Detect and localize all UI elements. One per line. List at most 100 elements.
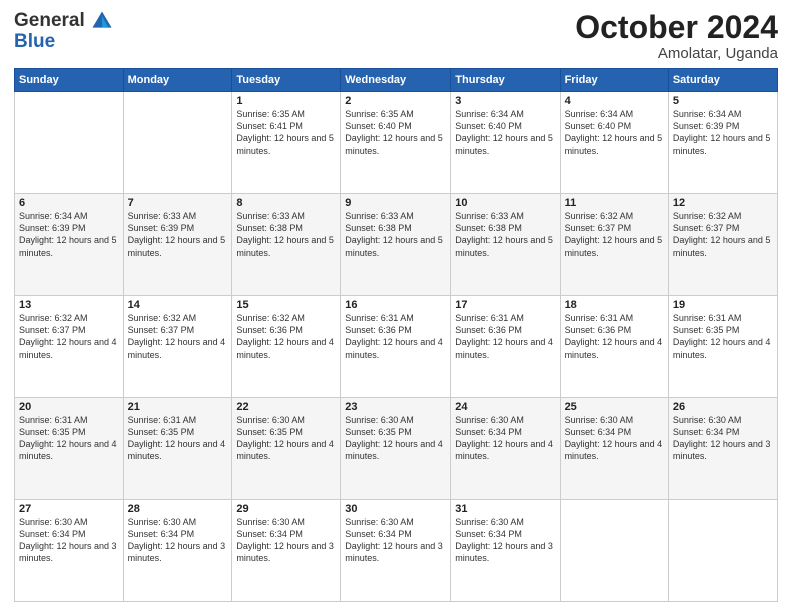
calendar-cell: 4Sunrise: 6:34 AM Sunset: 6:40 PM Daylig…	[560, 92, 668, 194]
calendar-cell: 17Sunrise: 6:31 AM Sunset: 6:36 PM Dayli…	[451, 296, 560, 398]
day-info: Sunrise: 6:31 AM Sunset: 6:35 PM Dayligh…	[19, 414, 119, 463]
day-number: 14	[128, 299, 228, 311]
calendar-cell: 6Sunrise: 6:34 AM Sunset: 6:39 PM Daylig…	[15, 194, 124, 296]
day-number: 24	[455, 401, 555, 413]
day-number: 4	[565, 95, 664, 107]
calendar-cell: 27Sunrise: 6:30 AM Sunset: 6:34 PM Dayli…	[15, 500, 124, 602]
day-info: Sunrise: 6:30 AM Sunset: 6:34 PM Dayligh…	[565, 414, 664, 463]
calendar-week-4: 27 Sunrise: 6:30 AM Sunset: 6:34 PM Dayli…	[15, 500, 778, 602]
calendar-cell: 28Sunrise: 6:30 AM Sunset: 6:34 PM Dayli…	[123, 500, 232, 602]
day-info: Sunrise: 6:31 AM Sunset: 6:35 PM Dayligh…	[128, 414, 228, 463]
day-info: Sunrise: 6:32 AM Sunset: 6:37 PM Dayligh…	[128, 312, 228, 361]
day-number: 22	[236, 401, 336, 413]
day-info: Sunrise: 6:30 AM Sunset: 6:34 PM Dayligh…	[345, 516, 446, 565]
calendar-cell: 30Sunrise: 6:30 AM Sunset: 6:34 PM Dayli…	[341, 500, 451, 602]
day-info: Sunrise: 6:30 AM Sunset: 6:35 PM Dayligh…	[345, 414, 446, 463]
day-number: 9	[345, 197, 446, 209]
day-number: 6	[19, 197, 119, 209]
calendar-cell: 8Sunrise: 6:33 AM Sunset: 6:38 PM Daylig…	[232, 194, 341, 296]
calendar-cell: 22Sunrise: 6:30 AM Sunset: 6:35 PM Dayli…	[232, 398, 341, 500]
day-info: Sunrise: 6:32 AM Sunset: 6:37 PM Dayligh…	[19, 312, 119, 361]
day-number: 17	[455, 299, 555, 311]
day-info: Sunrise: 6:33 AM Sunset: 6:38 PM Dayligh…	[455, 210, 555, 259]
calendar-cell: 3Sunrise: 6:34 AM Sunset: 6:40 PM Daylig…	[451, 92, 560, 194]
calendar-cell: 5Sunrise: 6:34 AM Sunset: 6:39 PM Daylig…	[668, 92, 777, 194]
calendar-cell: 14Sunrise: 6:32 AM Sunset: 6:37 PM Dayli…	[123, 296, 232, 398]
day-info: Sunrise: 6:31 AM Sunset: 6:36 PM Dayligh…	[565, 312, 664, 361]
calendar-cell: 16Sunrise: 6:31 AM Sunset: 6:36 PM Dayli…	[341, 296, 451, 398]
col-monday: Monday	[123, 69, 232, 92]
calendar-cell	[668, 500, 777, 602]
calendar-cell: 7Sunrise: 6:33 AM Sunset: 6:39 PM Daylig…	[123, 194, 232, 296]
col-sunday: Sunday	[15, 69, 124, 92]
day-number: 21	[128, 401, 228, 413]
calendar-cell: 11Sunrise: 6:32 AM Sunset: 6:37 PM Dayli…	[560, 194, 668, 296]
calendar-cell: 15Sunrise: 6:32 AM Sunset: 6:36 PM Dayli…	[232, 296, 341, 398]
day-number: 27	[19, 503, 119, 515]
calendar-header-row: Sunday Monday Tuesday Wednesday Thursday…	[15, 69, 778, 92]
location-title: Amolatar, Uganda	[575, 45, 778, 62]
calendar-cell: 21Sunrise: 6:31 AM Sunset: 6:35 PM Dayli…	[123, 398, 232, 500]
day-number: 26	[673, 401, 773, 413]
day-info: Sunrise: 6:34 AM Sunset: 6:40 PM Dayligh…	[565, 108, 664, 157]
day-info: Sunrise: 6:30 AM Sunset: 6:34 PM Dayligh…	[236, 516, 336, 565]
logo-blue: Blue	[14, 32, 113, 51]
day-number: 28	[128, 503, 228, 515]
day-number: 16	[345, 299, 446, 311]
calendar-cell: 26Sunrise: 6:30 AM Sunset: 6:34 PM Dayli…	[668, 398, 777, 500]
logo-general: General	[14, 10, 85, 31]
calendar-cell: 31Sunrise: 6:30 AM Sunset: 6:34 PM Dayli…	[451, 500, 560, 602]
day-info: Sunrise: 6:32 AM Sunset: 6:36 PM Dayligh…	[236, 312, 336, 361]
day-number: 11	[565, 197, 664, 209]
day-number: 20	[19, 401, 119, 413]
month-title: October 2024	[575, 10, 778, 45]
day-info: Sunrise: 6:32 AM Sunset: 6:37 PM Dayligh…	[673, 210, 773, 259]
calendar-cell: 25Sunrise: 6:30 AM Sunset: 6:34 PM Dayli…	[560, 398, 668, 500]
day-info: Sunrise: 6:30 AM Sunset: 6:34 PM Dayligh…	[128, 516, 228, 565]
calendar-cell: 18Sunrise: 6:31 AM Sunset: 6:36 PM Dayli…	[560, 296, 668, 398]
day-number: 23	[345, 401, 446, 413]
calendar-cell: 20Sunrise: 6:31 AM Sunset: 6:35 PM Dayli…	[15, 398, 124, 500]
logo-icon	[91, 10, 113, 32]
day-info: Sunrise: 6:35 AM Sunset: 6:41 PM Dayligh…	[236, 108, 336, 157]
day-info: Sunrise: 6:35 AM Sunset: 6:40 PM Dayligh…	[345, 108, 446, 157]
day-info: Sunrise: 6:30 AM Sunset: 6:34 PM Dayligh…	[673, 414, 773, 463]
day-info: Sunrise: 6:33 AM Sunset: 6:39 PM Dayligh…	[128, 210, 228, 259]
day-info: Sunrise: 6:34 AM Sunset: 6:39 PM Dayligh…	[19, 210, 119, 259]
calendar-cell	[15, 92, 124, 194]
calendar-week-3: 20Sunrise: 6:31 AM Sunset: 6:35 PM Dayli…	[15, 398, 778, 500]
day-number: 5	[673, 95, 773, 107]
calendar-cell: 12Sunrise: 6:32 AM Sunset: 6:37 PM Dayli…	[668, 194, 777, 296]
calendar-table: Sunday Monday Tuesday Wednesday Thursday…	[14, 68, 778, 602]
calendar-cell: 9Sunrise: 6:33 AM Sunset: 6:38 PM Daylig…	[341, 194, 451, 296]
calendar-cell: 10Sunrise: 6:33 AM Sunset: 6:38 PM Dayli…	[451, 194, 560, 296]
calendar-cell	[560, 500, 668, 602]
day-number: 8	[236, 197, 336, 209]
day-number: 3	[455, 95, 555, 107]
day-number: 30	[345, 503, 446, 515]
calendar-cell	[123, 92, 232, 194]
day-number: 25	[565, 401, 664, 413]
col-thursday: Thursday	[451, 69, 560, 92]
title-block: October 2024 Amolatar, Uganda	[575, 10, 778, 62]
day-number: 29	[236, 503, 336, 515]
calendar-week-0: 1Sunrise: 6:35 AM Sunset: 6:41 PM Daylig…	[15, 92, 778, 194]
logo: General Blue	[14, 10, 113, 51]
day-number: 7	[128, 197, 228, 209]
col-wednesday: Wednesday	[341, 69, 451, 92]
calendar-cell: 1Sunrise: 6:35 AM Sunset: 6:41 PM Daylig…	[232, 92, 341, 194]
day-number: 18	[565, 299, 664, 311]
calendar-cell: 2Sunrise: 6:35 AM Sunset: 6:40 PM Daylig…	[341, 92, 451, 194]
day-number: 10	[455, 197, 555, 209]
day-info: Sunrise: 6:32 AM Sunset: 6:37 PM Dayligh…	[565, 210, 664, 259]
calendar-week-1: 6Sunrise: 6:34 AM Sunset: 6:39 PM Daylig…	[15, 194, 778, 296]
header: General Blue October 2024 Amolatar, Ugan…	[14, 10, 778, 62]
day-info: Sunrise: 6:33 AM Sunset: 6:38 PM Dayligh…	[345, 210, 446, 259]
calendar-cell: 24Sunrise: 6:30 AM Sunset: 6:34 PM Dayli…	[451, 398, 560, 500]
day-info: Sunrise: 6:31 AM Sunset: 6:36 PM Dayligh…	[345, 312, 446, 361]
calendar-cell: 19Sunrise: 6:31 AM Sunset: 6:35 PM Dayli…	[668, 296, 777, 398]
day-info: Sunrise: 6:33 AM Sunset: 6:38 PM Dayligh…	[236, 210, 336, 259]
col-saturday: Saturday	[668, 69, 777, 92]
day-info: Sunrise: 6:31 AM Sunset: 6:36 PM Dayligh…	[455, 312, 555, 361]
calendar-week-2: 13Sunrise: 6:32 AM Sunset: 6:37 PM Dayli…	[15, 296, 778, 398]
